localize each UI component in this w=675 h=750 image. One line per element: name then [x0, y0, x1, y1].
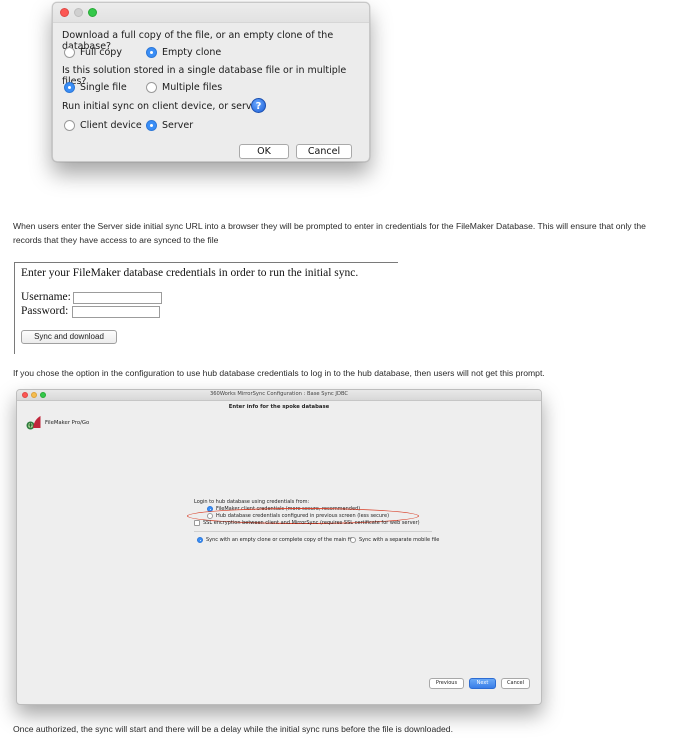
cancel-button[interactable]: Cancel	[296, 144, 352, 159]
ssl-checkbox[interactable]	[194, 520, 200, 526]
multiple-files-label: Multiple files	[162, 82, 223, 93]
full-copy-label: Full copy	[80, 47, 122, 58]
multiple-files-radio[interactable]	[146, 82, 157, 93]
help-icon[interactable]: ?	[251, 98, 266, 113]
option-server[interactable]: Server	[146, 120, 193, 131]
password-input[interactable]	[72, 306, 160, 318]
sync-option-mobile[interactable]: Sync with a separate mobile file	[350, 537, 439, 543]
question-sync-location: Run initial sync on client device, or se…	[62, 101, 267, 112]
sync-and-download-button[interactable]: Sync and download	[21, 330, 117, 344]
window-title: 360Works MirrorSync Configuration : Base…	[209, 391, 349, 397]
mobile-file-radio[interactable]	[350, 537, 356, 543]
initial-sync-dialog: Download a full copy of the file, or an …	[52, 2, 370, 162]
mirrorsync-config-window: 360Works MirrorSync Configuration : Base…	[16, 389, 542, 705]
empty-clone-sync-label: Sync with an empty clone or complete cop…	[206, 537, 356, 543]
dialog-titlebar	[53, 3, 369, 23]
hub-credentials-paragraph: If you chose the option in the configura…	[13, 368, 545, 378]
previous-button[interactable]: Previous	[429, 678, 464, 689]
empty-clone-radio[interactable]	[146, 47, 157, 58]
option-multiple-files[interactable]: Multiple files	[146, 82, 222, 93]
full-copy-radio[interactable]	[64, 47, 75, 58]
empty-clone-sync-radio[interactable]	[197, 537, 203, 543]
client-device-label: Client device	[80, 120, 142, 131]
server-sync-paragraph: When users enter the Server side initial…	[13, 221, 646, 245]
ok-button[interactable]: OK	[239, 144, 289, 159]
empty-clone-label: Empty clone	[162, 47, 222, 58]
minimize-window-button[interactable]	[74, 8, 83, 17]
zoom-window-button[interactable]	[88, 8, 97, 17]
ssl-option[interactable]: SSL encryption between client and Mirror…	[194, 520, 420, 526]
option-empty-clone[interactable]: Empty clone	[146, 47, 221, 58]
filemaker-pro-go-label: FileMaker Pro/Go	[45, 420, 90, 426]
window-subtitle: Enter info for the spoke database	[228, 404, 330, 410]
username-input[interactable]	[73, 292, 162, 304]
authorized-paragraph: Once authorized, the sync will start and…	[13, 724, 453, 734]
client-device-radio[interactable]	[64, 120, 75, 131]
server-radio[interactable]	[146, 120, 157, 131]
window-titlebar: 360Works MirrorSync Configuration : Base…	[17, 390, 541, 401]
single-file-radio[interactable]	[64, 82, 75, 93]
next-button[interactable]: Next	[469, 678, 496, 689]
username-label: Username:	[21, 291, 71, 303]
credentials-heading: Enter your FileMaker database credential…	[21, 267, 359, 279]
section-divider	[194, 531, 432, 532]
server-label: Server	[162, 120, 194, 131]
close-window-button[interactable]	[60, 8, 69, 17]
login-heading: Login to hub database using credentials …	[194, 499, 310, 505]
option-full-copy[interactable]: Full copy	[64, 47, 122, 58]
mobile-file-label: Sync with a separate mobile file	[359, 537, 440, 543]
filemaker-logo-icon	[26, 416, 41, 430]
option-single-file[interactable]: Single file	[64, 82, 127, 93]
sync-option-clone[interactable]: Sync with an empty clone or complete cop…	[197, 537, 355, 543]
ssl-label: SSL encryption between client and Mirror…	[203, 520, 420, 526]
single-file-label: Single file	[80, 82, 127, 93]
password-label: Password:	[21, 305, 69, 317]
window-cancel-button[interactable]: Cancel	[501, 678, 530, 689]
credentials-form: Enter your FileMaker database credential…	[14, 262, 398, 354]
option-client-device[interactable]: Client device	[64, 120, 142, 131]
